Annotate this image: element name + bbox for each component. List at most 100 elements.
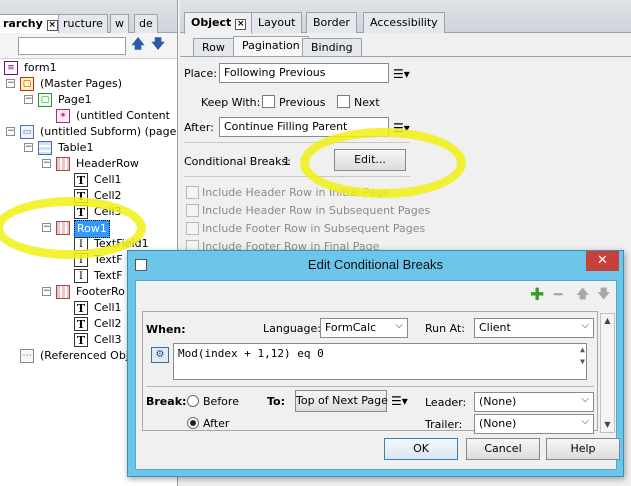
text-field-icon: I — [74, 237, 88, 251]
form-icon: ≡ — [4, 61, 18, 75]
scroll-down-icon[interactable]: ▼ — [580, 357, 585, 366]
break-after-radio[interactable] — [187, 417, 199, 429]
tab-accessibility[interactable]: Accessibility — [363, 12, 445, 33]
object-tab-strip: Object × Layout Border Accessibility — [180, 0, 631, 34]
tree-item[interactable]: I TextF — [74, 252, 125, 268]
edit-button-label: Edit... — [354, 153, 386, 166]
run-at-value: Client — [479, 321, 511, 334]
subtab-row[interactable]: Row — [193, 38, 234, 57]
collapse-icon[interactable]: − — [42, 159, 51, 168]
tree-item[interactable]: − Table1 — [24, 140, 95, 156]
page-icon: ▢ — [38, 93, 52, 107]
leader-value: (None) — [479, 395, 517, 408]
dialog-scrollbar[interactable]: ▲ ▼ — [600, 313, 615, 433]
place-field[interactable]: Following Previous — [219, 63, 389, 83]
hierarchy-search-input[interactable] — [18, 37, 126, 55]
tab-layout[interactable]: Layout — [251, 12, 303, 33]
keep-with-next-checkbox[interactable] — [337, 95, 350, 108]
leader-select[interactable]: (None) ⌵ — [474, 392, 594, 412]
tab-partial-4[interactable]: de — [134, 14, 158, 33]
tree-item[interactable]: − ▢ (Master Pages) — [6, 76, 124, 92]
include-header-initial-checkbox[interactable] — [186, 186, 199, 199]
collapse-icon[interactable]: − — [6, 127, 15, 136]
tree-item[interactable]: ⋯ (Referenced Obj — [20, 348, 131, 364]
tree-item-label: FooterRo — [76, 285, 125, 298]
text-icon: T — [74, 173, 88, 187]
tree-item[interactable]: − FooterRo — [42, 284, 127, 300]
tab-partial-3[interactable]: w — [110, 14, 129, 33]
list-menu-icon[interactable]: ☰▾ — [393, 121, 411, 135]
break-before-label: Before — [203, 395, 239, 408]
collapse-icon[interactable]: − — [24, 143, 33, 152]
tab-structure[interactable]: ructure — [58, 14, 108, 33]
tab-border[interactable]: Border — [306, 12, 357, 33]
scroll-up-icon[interactable]: ▲ — [580, 345, 585, 354]
run-at-select[interactable]: Client ⌵ — [474, 318, 594, 338]
move-down-icon[interactable]: 🡇 — [150, 37, 166, 53]
close-icon[interactable]: ✕ — [586, 251, 619, 271]
include-header-subsequent-label: Include Header Row in Subsequent Pages — [202, 204, 431, 217]
scroll-up-icon[interactable]: ▲ — [601, 314, 614, 328]
tree-item[interactable]: T Cell2 — [74, 316, 124, 332]
tab-hierarchy-label: rarchy — [3, 17, 43, 30]
tree-item[interactable]: T Cell2 — [74, 188, 124, 204]
condition-script-input[interactable]: Mod(index + 1,12) eq 0 ▲ ▼ — [173, 343, 587, 380]
include-footer-subsequent-checkbox[interactable] — [186, 222, 199, 235]
tree-item-label: Table1 — [58, 141, 94, 154]
collapse-icon[interactable]: − — [42, 223, 51, 232]
move-up-icon[interactable]: 🡅 — [576, 287, 589, 303]
subtab-binding[interactable]: Binding — [302, 38, 362, 57]
remove-icon[interactable]: ━ — [554, 287, 562, 303]
subtab-pagination[interactable]: Pagination — [233, 36, 309, 57]
help-button[interactable]: Help — [546, 438, 620, 460]
tree-item[interactable]: I TextF — [74, 268, 125, 284]
ok-button[interactable]: OK — [384, 438, 458, 460]
tree-item[interactable]: ✶ (untitled Content — [56, 108, 172, 124]
tree-item-label: Cell2 — [94, 189, 122, 202]
list-menu-icon[interactable]: ☰▾ — [393, 67, 411, 81]
tab-partial-3-label: w — [115, 17, 124, 30]
next-label: Next — [354, 96, 380, 109]
tree-item[interactable]: ≡ form1 — [4, 60, 59, 76]
edit-conditional-breaks-button[interactable]: Edit... — [334, 149, 406, 171]
language-value: FormCalc — [325, 321, 377, 334]
close-icon[interactable]: × — [46, 20, 58, 31]
trailer-select[interactable]: (None) ⌵ — [474, 414, 594, 434]
dialog-body: ✚ ━ 🡅 🡇 When: Language: FormCalc ⌵ Run At… — [135, 280, 620, 470]
tree-item[interactable]: − Row1 — [42, 220, 110, 238]
conditional-breaks-count: 1 — [283, 155, 290, 168]
tree-item-label: TextF — [94, 269, 123, 282]
scroll-down-icon[interactable]: ▼ — [601, 418, 614, 432]
conditional-breaks-label: Conditional Breaks: — [184, 155, 291, 168]
keep-with-previous-checkbox[interactable] — [262, 95, 275, 108]
move-down-icon[interactable]: 🡇 — [597, 287, 610, 303]
collapse-icon[interactable]: − — [24, 95, 33, 104]
tree-item[interactable]: − HeaderRow — [42, 156, 141, 172]
tab-structure-label: ructure — [63, 17, 103, 30]
tree-item[interactable]: T Cell1 — [74, 172, 124, 188]
move-up-icon[interactable]: 🡅 — [130, 37, 146, 53]
tree-item[interactable]: T Cell3 — [74, 204, 124, 220]
tree-item-label: (Master Pages) — [40, 77, 123, 90]
include-header-subsequent-checkbox[interactable] — [186, 204, 199, 217]
tree-item[interactable]: T Cell3 — [74, 332, 124, 348]
referenced-objects-icon: ⋯ — [20, 349, 34, 363]
close-icon[interactable]: × — [235, 19, 247, 30]
tree-item[interactable]: T Cell1 — [74, 300, 124, 316]
tab-object[interactable]: Object × — [184, 12, 254, 34]
add-icon[interactable]: ✚ — [530, 287, 544, 304]
break-before-radio[interactable] — [187, 395, 199, 407]
tab-border-label: Border — [313, 16, 350, 29]
tree-item[interactable]: − ▢ Page1 — [24, 92, 94, 108]
script-editor-icon[interactable]: ⚙ — [151, 347, 169, 363]
subtab-pagination-label: Pagination — [242, 39, 300, 52]
cancel-button[interactable]: Cancel — [466, 438, 540, 460]
after-field[interactable]: Continue Filling Parent — [219, 117, 389, 137]
tree-item[interactable]: − ▭ (untitled Subform) (page — [6, 124, 177, 140]
tab-hierarchy[interactable]: rarchy × — [0, 14, 63, 34]
list-menu-icon[interactable]: ☰▾ — [391, 394, 409, 408]
collapse-icon[interactable]: − — [6, 79, 15, 88]
collapse-icon[interactable]: − — [42, 287, 51, 296]
target-page-field[interactable]: Top of Next Page — [295, 390, 388, 412]
language-select[interactable]: FormCalc ⌵ — [320, 318, 408, 338]
